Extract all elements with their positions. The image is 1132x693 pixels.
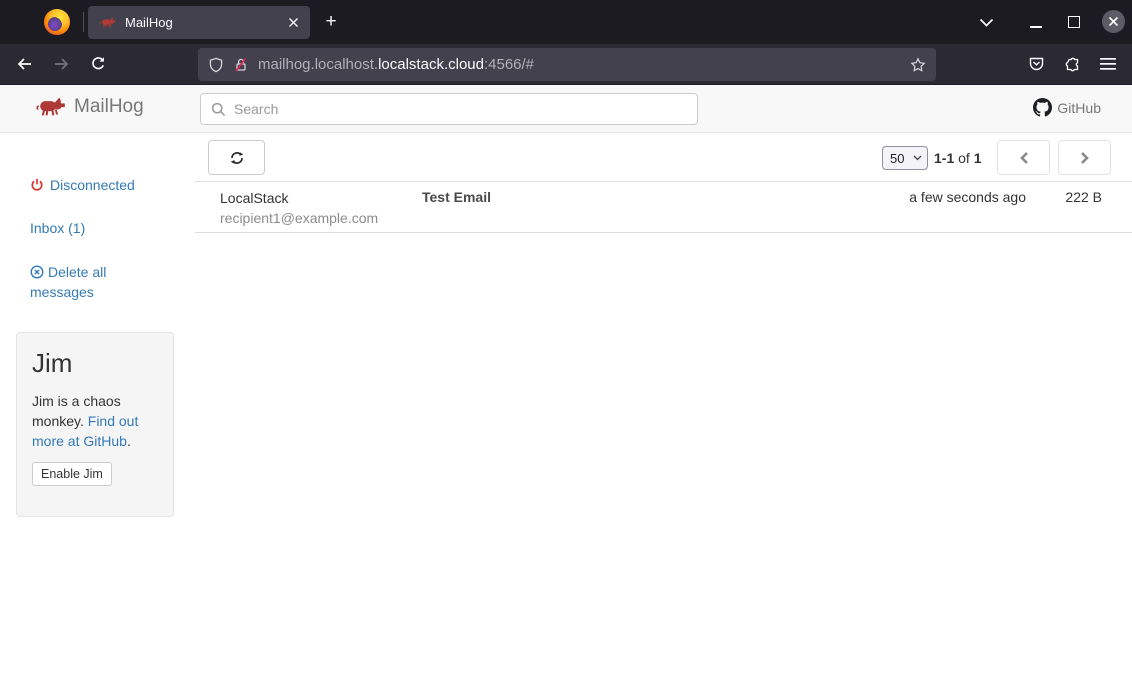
connection-status: Disconnected — [30, 177, 135, 193]
page-size-select-wrap: 50 — [882, 146, 928, 170]
search-box — [200, 93, 698, 125]
shield-icon[interactable] — [208, 57, 224, 73]
prev-page-button[interactable] — [997, 140, 1050, 175]
chevron-left-icon — [1018, 150, 1030, 166]
message-row[interactable]: LocalStack recipient1@example.com Test E… — [195, 182, 1132, 233]
browser-tab-mailhog[interactable]: MailHog — [88, 6, 310, 39]
search-icon — [211, 102, 226, 117]
back-button[interactable] — [12, 52, 36, 76]
brand-name: MailHog — [74, 96, 144, 118]
app-header: MailHog GitHub — [0, 85, 1132, 133]
tab-title: MailHog — [125, 15, 284, 30]
sidebar-item-delete-all[interactable]: Delete all messages — [30, 262, 142, 302]
message-list: LocalStack recipient1@example.com Test E… — [195, 181, 1132, 233]
window-minimize-icon[interactable] — [1030, 26, 1042, 28]
search-input[interactable] — [234, 101, 687, 117]
jim-panel: Jim Jim is a chaos monkey. Find out more… — [16, 332, 174, 517]
list-tabs-chevron-down-icon[interactable] — [976, 15, 996, 29]
message-recipient: recipient1@example.com — [220, 208, 422, 228]
next-page-button[interactable] — [1058, 140, 1111, 175]
window-maximize-icon[interactable] — [1068, 16, 1080, 28]
firefox-view-icon[interactable] — [44, 9, 70, 35]
tab-separator — [83, 12, 84, 32]
brand-pig-icon — [36, 96, 66, 118]
refresh-icon — [229, 150, 245, 166]
jim-panel-title: Jim — [32, 348, 158, 379]
new-tab-button[interactable]: + — [318, 9, 344, 35]
reload-button[interactable] — [86, 52, 110, 76]
sidebar-item-inbox[interactable]: Inbox (1) — [30, 220, 85, 236]
lock-broken-icon[interactable] — [233, 57, 249, 73]
url-bar[interactable]: mailhog.localhost.localstack.cloud:4566/… — [198, 48, 936, 81]
message-sender: LocalStack — [220, 189, 422, 208]
pocket-icon[interactable] — [1024, 52, 1048, 76]
github-label: GitHub — [1057, 100, 1101, 116]
menu-hamburger-icon[interactable] — [1096, 52, 1120, 76]
refresh-button[interactable] — [208, 140, 265, 175]
tab-close-icon[interactable] — [284, 14, 302, 32]
message-from-cell: LocalStack recipient1@example.com — [195, 182, 422, 232]
message-received-time: a few seconds ago — [826, 182, 1026, 232]
github-icon — [1033, 98, 1052, 117]
window-close-icon[interactable] — [1102, 10, 1125, 33]
browser-tab-bar: MailHog + — [0, 0, 1132, 44]
jim-panel-text: Jim is a chaos monkey. Find out more at … — [32, 391, 158, 451]
page-size-select[interactable]: 50 — [882, 146, 928, 170]
github-link[interactable]: GitHub — [1033, 98, 1101, 117]
tab-favicon-pig-icon — [100, 16, 116, 29]
forward-button[interactable] — [49, 52, 73, 76]
chevron-right-icon — [1079, 150, 1091, 166]
bookmark-star-icon[interactable] — [910, 57, 926, 73]
message-size: 222 B — [1026, 182, 1132, 232]
status-label: Disconnected — [50, 177, 135, 193]
enable-jim-button[interactable]: Enable Jim — [32, 462, 112, 486]
pagination-range: 1-1 of 1 — [934, 150, 982, 166]
url-text: mailhog.localhost.localstack.cloud:4566/… — [258, 56, 534, 73]
browser-window: MailHog + — [0, 0, 1132, 693]
power-icon — [30, 178, 44, 192]
brand[interactable]: MailHog — [36, 96, 144, 118]
delete-circle-icon — [30, 265, 44, 279]
extensions-puzzle-icon[interactable] — [1060, 52, 1084, 76]
message-subject: Test Email — [422, 182, 826, 232]
